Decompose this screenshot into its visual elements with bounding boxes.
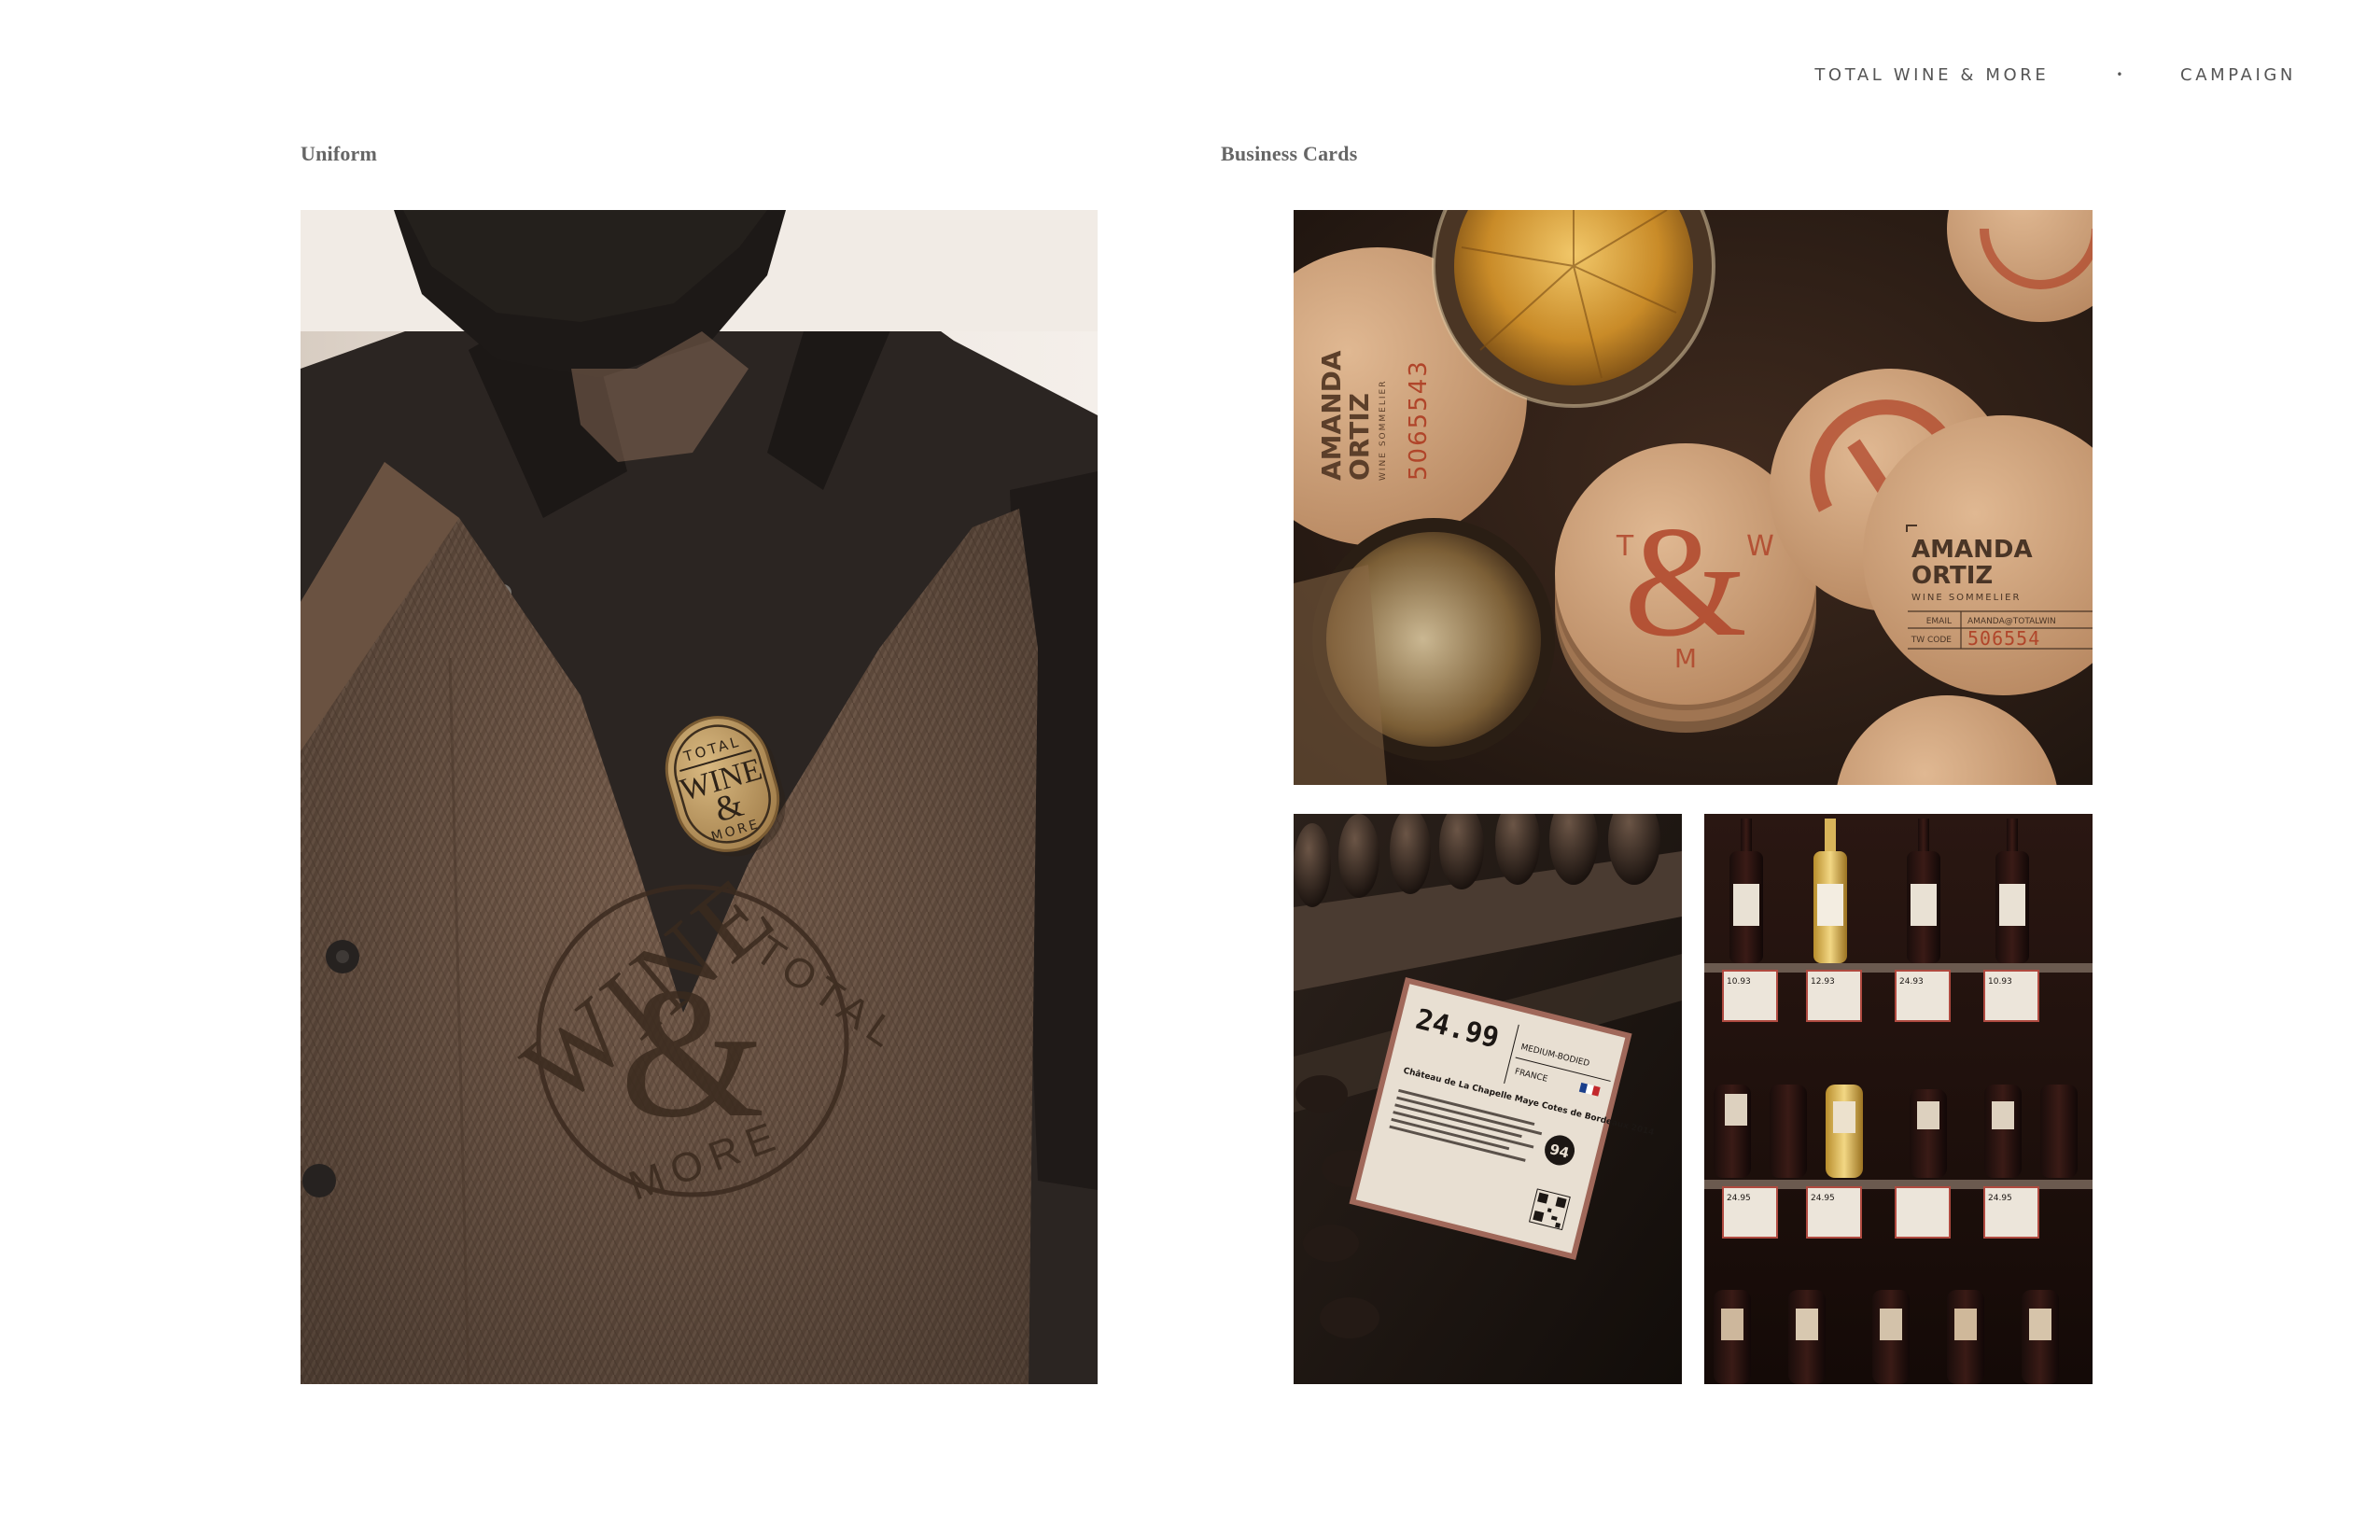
monogram-t: T — [1616, 530, 1634, 563]
left-card-name2: ORTIZ — [1344, 393, 1375, 481]
uniform-heading: Uniform — [301, 142, 378, 165]
left-card-title: WINE SOMMELIER — [1379, 380, 1388, 481]
separator-dot: • — [2116, 68, 2127, 81]
wine-wall-photo: 10.93 12.93 24.93 10.93 24.95 24.95 24.9… — [1704, 814, 2093, 1384]
card-email-label: EMAIL — [1926, 617, 1952, 626]
business-cards-heading: Business Cards — [1221, 142, 1358, 165]
monogram-w: W — [1746, 530, 1774, 563]
row1-price-4: 10.93 — [1988, 977, 2012, 987]
section-label[interactable]: CAMPAIGN — [2180, 65, 2296, 85]
row2-price-4: 24.95 — [1988, 1194, 2012, 1203]
brand-label[interactable]: TOTAL WINE & MORE — [1814, 65, 2049, 85]
left-card-name1: AMANDA — [1316, 350, 1347, 481]
card-name-line1: AMANDA — [1911, 536, 2033, 564]
uniform-photo: WINE & MORE TOTAL TOTAL WINE & MORE — [301, 210, 1098, 1384]
row1-price-1: 10.93 — [1727, 977, 1751, 987]
row1-price-3: 24.93 — [1899, 977, 1924, 987]
card-title: WINE SOMMELIER — [1911, 593, 2021, 603]
row2-price-1: 24.95 — [1727, 1194, 1751, 1203]
card-email-value: AMANDA@TOTALWIN — [1967, 617, 2056, 626]
left-card-code: 5065543 — [1405, 359, 1433, 481]
monogram-m: M — [1674, 643, 1697, 674]
card-code-label: TW CODE — [1911, 636, 1953, 645]
coasters-photo: AMANDA ORTIZ WINE SOMMELIER 5065543 & T … — [1294, 210, 2093, 785]
row1-price-2: 12.93 — [1811, 977, 1835, 987]
card-code-value: 506554 — [1967, 627, 2040, 650]
card-name-line2: ORTIZ — [1911, 562, 1993, 590]
row2-price-2: 24.95 — [1811, 1194, 1835, 1203]
header-nav: TOTAL WINE & MORE • CAMPAIGN — [1773, 63, 2296, 86]
shelf-tag-photo: 24.99 MEDIUM-BODIED FRANCE Château de La… — [1294, 814, 1682, 1384]
